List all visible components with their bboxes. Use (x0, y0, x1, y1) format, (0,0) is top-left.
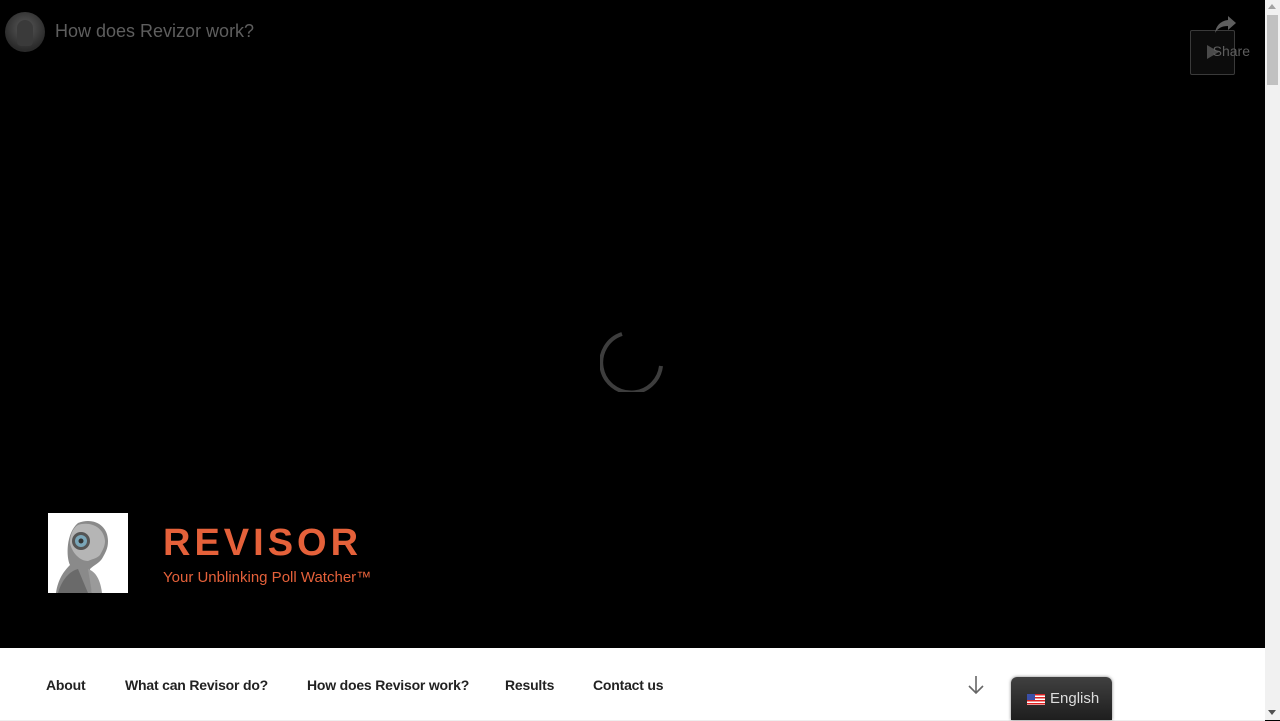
share-icon (1215, 16, 1236, 33)
channel-avatar[interactable] (5, 12, 45, 52)
page-scrollbar[interactable] (1265, 0, 1280, 720)
share-label: Share (1212, 43, 1250, 59)
hero-video-header[interactable]: How does Revizor work? Share REVISOR You… (0, 0, 1265, 648)
nav-item-results[interactable]: Results (505, 677, 554, 693)
nav-item-about[interactable]: About (46, 677, 86, 693)
loading-spinner-icon (600, 332, 663, 392)
page: How does Revizor work? Share REVISOR You… (0, 0, 1265, 721)
nav-item-how-does-revisor-work[interactable]: How does Revisor work? (307, 677, 469, 693)
robot-logo-icon (48, 513, 128, 593)
share-button[interactable]: Share (1200, 14, 1250, 60)
site-tagline: Your Unblinking Poll Watcher™ (163, 569, 372, 586)
scroll-down-arrow-icon[interactable] (1268, 710, 1276, 715)
us-flag-icon (1027, 694, 1045, 705)
language-switcher[interactable]: English (1011, 677, 1112, 720)
scrollbar-thumb[interactable] (1267, 15, 1278, 85)
nav-item-contact-us[interactable]: Contact us (593, 677, 664, 693)
scroll-up-arrow-icon[interactable] (1268, 4, 1276, 9)
nav-item-what-can-revisor-do[interactable]: What can Revisor do? (125, 677, 268, 693)
site-title[interactable]: REVISOR (163, 522, 362, 565)
language-label: English (1050, 690, 1100, 707)
arrow-down-icon[interactable] (966, 674, 986, 696)
video-title[interactable]: How does Revizor work? (55, 21, 254, 42)
site-logo[interactable] (48, 513, 128, 593)
